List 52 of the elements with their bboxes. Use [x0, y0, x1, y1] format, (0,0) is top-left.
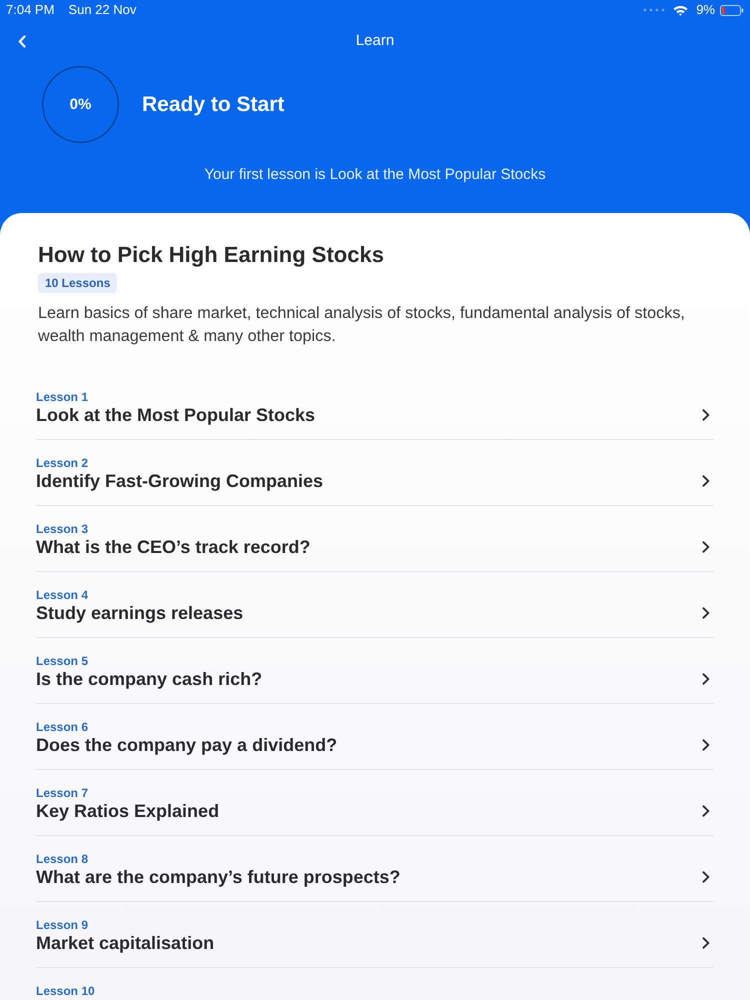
wifi-icon: [673, 4, 688, 16]
lesson-row[interactable]: Lesson 7 Key Ratios Explained: [36, 770, 714, 836]
chevron-right-icon: [702, 739, 710, 751]
lesson-number: Lesson 6: [36, 720, 88, 734]
lesson-row[interactable]: Lesson 2 Identify Fast-Growing Companies: [36, 440, 714, 506]
lesson-title: Is the company cash rich?: [36, 668, 262, 690]
lesson-title: Does the company pay a dividend?: [36, 734, 338, 756]
lesson-row[interactable]: Lesson 10: [36, 968, 714, 1000]
lesson-title: What are the company’s future prospects?: [36, 866, 400, 888]
chevron-right-icon: [702, 871, 710, 883]
lesson-row[interactable]: Lesson 9 Market capitalisation: [36, 902, 714, 968]
lesson-title: Identify Fast-Growing Companies: [36, 470, 324, 492]
status-time: 7:04 PM: [6, 1, 54, 19]
battery-percent: 9%: [696, 1, 715, 19]
lesson-row[interactable]: Lesson 1 Look at the Most Popular Stocks: [36, 374, 714, 440]
lesson-row[interactable]: Lesson 4 Study earnings releases: [36, 572, 714, 638]
lesson-title: Key Ratios Explained: [36, 800, 220, 822]
lesson-number: Lesson 8: [36, 852, 88, 866]
signal-dots-icon: [643, 8, 666, 12]
lesson-row[interactable]: Lesson 5 Is the company cash rich?: [36, 638, 714, 704]
chevron-right-icon: [702, 937, 710, 949]
lesson-title: Market capitalisation: [36, 932, 214, 954]
chevron-right-icon: [702, 805, 710, 817]
lesson-row[interactable]: Lesson 8 What are the company’s future prospects?: [36, 836, 714, 902]
chevron-right-icon: [702, 673, 710, 685]
lesson-number: Lesson 10: [36, 984, 95, 998]
status-date: Sun 22 Nov: [68, 1, 136, 19]
chevron-right-icon: [702, 475, 710, 487]
chevron-right-icon: [702, 607, 710, 619]
lesson-number: Lesson 9: [36, 918, 88, 932]
battery-icon: [720, 4, 744, 16]
progress-percent: 0%: [70, 96, 92, 114]
lesson-row[interactable]: Lesson 3 What is the CEO’s track record?: [36, 506, 714, 572]
lesson-title: What is the CEO’s track record?: [36, 536, 310, 558]
chevron-right-icon: [702, 409, 710, 421]
back-chevron-icon: [18, 34, 26, 48]
lesson-number: Lesson 3: [36, 522, 88, 536]
lesson-number: Lesson 5: [36, 654, 88, 668]
chevron-right-icon: [702, 541, 710, 553]
next-lesson-text: Your first lesson is Look at the Most Popular Stocks: [204, 165, 546, 185]
lesson-number: Lesson 1: [36, 390, 88, 404]
lesson-number: Lesson 2: [36, 456, 88, 470]
lesson-number: Lesson 7: [36, 786, 88, 800]
lesson-count-badge: 10 Lessons: [38, 273, 118, 293]
lesson-number: Lesson 4: [36, 588, 88, 602]
lesson-row[interactable]: Lesson 6 Does the company pay a dividend?: [36, 704, 714, 770]
page-title: Learn: [356, 31, 394, 51]
course-title: How to Pick High Earning Stocks: [38, 241, 385, 269]
course-description: Learn basics of share market, technical analysis of stocks, fundamental analysis of stocks, wealth management & many other topics.: [38, 303, 686, 347]
progress-status: Ready to Start: [142, 92, 284, 118]
lesson-title: Study earnings releases: [36, 602, 244, 624]
lesson-title: Look at the Most Popular Stocks: [36, 404, 316, 426]
